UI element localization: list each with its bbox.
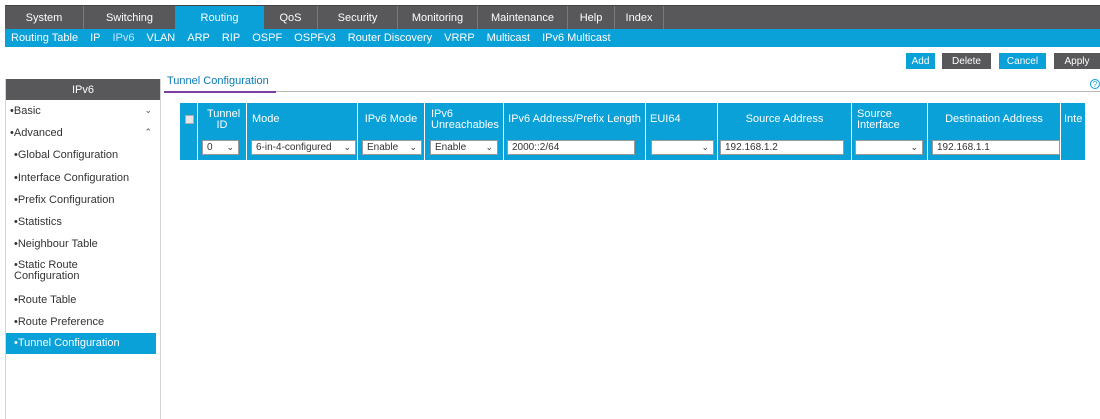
subnav-ipv6-multicast[interactable]: IPv6 Multicast (536, 32, 616, 44)
sidebar-item-static-route-configuration[interactable]: •Static Route Configuration (6, 255, 101, 289)
col-ipv6-address: IPv6 Address/Prefix Length (504, 103, 646, 136)
col-source-address: Source Address (718, 103, 852, 136)
sidebar-item-route-preference[interactable]: •Route Preference (6, 311, 160, 333)
subnav-arp[interactable]: ARP (181, 32, 216, 44)
sidebar-title: IPv6 (6, 79, 160, 100)
mode-cell: 6-in-4-configured ⌄ (247, 136, 358, 160)
sidebar-item-prefix-configuration[interactable]: •Prefix Configuration (6, 189, 160, 211)
chevron-down-icon: ⌄ (485, 142, 493, 152)
chevron-down-icon: ⌄ (144, 105, 152, 115)
select-all-header (180, 103, 198, 136)
chevron-down-icon: ⌄ (409, 142, 417, 152)
sidebar-item-route-table[interactable]: •Route Table (6, 289, 160, 311)
chevron-up-icon: ⌃ (144, 127, 152, 137)
nav-monitoring[interactable]: Monitoring (398, 6, 478, 29)
col-ipv6-unreachables: IPv6 Unreachables (425, 103, 504, 136)
col-destination-address: Destination Address (928, 103, 1061, 136)
eui64-cell: ⌄ (646, 136, 718, 160)
source-interface-select[interactable]: ⌄ (855, 140, 923, 155)
nav-system[interactable]: System (5, 6, 84, 29)
source-address-cell: 192.168.1.2 (718, 136, 852, 160)
chevron-down-icon: ⌄ (226, 142, 234, 152)
ipv6-mode-cell: Enable ⌄ (358, 136, 425, 160)
source-address-input[interactable]: 192.168.1.2 (720, 140, 844, 155)
sidebar-item-neighbour-table[interactable]: •Neighbour Table (6, 233, 160, 255)
sidebar-item-global-configuration[interactable]: •Global Configuration (6, 144, 160, 167)
subnav-ospf[interactable]: OSPF (246, 32, 288, 44)
tunnel-id-cell: 0 ⌄ (198, 136, 247, 160)
nav-switching[interactable]: Switching (84, 6, 176, 29)
top-nav: System Switching Routing QoS Security Mo… (5, 5, 1100, 29)
nav-maintenance[interactable]: Maintenance (478, 6, 568, 29)
chevron-down-icon: ⌄ (910, 142, 918, 152)
subnav-ospfv3[interactable]: OSPFv3 (288, 32, 342, 44)
subnav-vrrp[interactable]: VRRP (438, 32, 481, 44)
col-interface: Inte (1061, 103, 1085, 136)
col-tunnel-id: Tunnel ID (198, 103, 247, 136)
tab-divider (164, 91, 1100, 92)
sidebar-group-label: •Basic (10, 105, 41, 117)
row-select-cell (180, 136, 198, 160)
col-ipv6-mode: IPv6 Mode (358, 103, 425, 136)
delete-button[interactable]: Delete (942, 53, 991, 69)
source-interface-cell: ⌄ (852, 136, 928, 160)
sidebar: IPv6 •Basic ⌄ •Advanced ⌃ •Global Config… (5, 79, 161, 419)
nav-security[interactable]: Security (318, 6, 398, 29)
sidebar-group-basic[interactable]: •Basic ⌄ (6, 100, 160, 122)
active-tab-underline (164, 91, 276, 93)
sidebar-item-tunnel-configuration[interactable]: •Tunnel Configuration (6, 333, 156, 354)
add-button[interactable]: Add (906, 53, 935, 69)
sidebar-group-advanced[interactable]: •Advanced ⌃ (6, 122, 160, 144)
ipv6-address-input[interactable]: 2000::2/64 (507, 140, 635, 155)
col-mode: Mode (247, 103, 358, 136)
nav-help[interactable]: Help (568, 6, 615, 29)
mode-select[interactable]: 6-in-4-configured ⌄ (251, 140, 356, 155)
sub-nav: Routing Table IP IPv6 VLAN ARP RIP OSPF … (5, 29, 1100, 47)
chevron-down-icon: ⌄ (701, 142, 709, 152)
subnav-ipv6[interactable]: IPv6 (106, 32, 140, 44)
ipv6-mode-select[interactable]: Enable ⌄ (362, 140, 422, 155)
sidebar-item-statistics[interactable]: •Statistics (6, 211, 160, 233)
subnav-ip[interactable]: IP (84, 32, 106, 44)
subnav-router-discovery[interactable]: Router Discovery (342, 32, 438, 44)
subnav-vlan[interactable]: VLAN (141, 32, 182, 44)
nav-routing[interactable]: Routing (176, 6, 264, 29)
sidebar-group-label: •Advanced (10, 127, 63, 139)
chevron-down-icon: ⌄ (343, 142, 351, 152)
nav-index[interactable]: Index (615, 6, 664, 29)
nav-qos[interactable]: QoS (264, 6, 318, 29)
select-all-checkbox[interactable] (185, 115, 194, 124)
tunnel-id-select[interactable]: 0 ⌄ (202, 140, 239, 155)
destination-address-cell: 192.168.1.1 (928, 136, 1061, 160)
ipv6-address-cell: 2000::2/64 (504, 136, 646, 160)
ipv6-unreachables-cell: Enable ⌄ (425, 136, 504, 160)
subnav-routing-table[interactable]: Routing Table (5, 32, 84, 44)
interface-cell (1061, 136, 1085, 160)
help-icon[interactable]: ? (1090, 79, 1100, 89)
sidebar-item-interface-configuration[interactable]: •Interface Configuration (6, 167, 160, 189)
destination-address-input[interactable]: 192.168.1.1 (932, 140, 1060, 155)
ipv6-unreachables-select[interactable]: Enable ⌄ (430, 140, 498, 155)
apply-button[interactable]: Apply (1054, 53, 1100, 69)
col-eui64: EUI64 (646, 103, 718, 136)
app-frame: System Switching Routing QoS Security Mo… (0, 0, 1100, 419)
col-source-interface: Source Interface (852, 103, 928, 136)
subnav-rip[interactable]: RIP (216, 32, 246, 44)
subnav-multicast[interactable]: Multicast (481, 32, 536, 44)
eui64-select[interactable]: ⌄ (651, 140, 714, 155)
tab-tunnel-configuration[interactable]: Tunnel Configuration (167, 75, 279, 91)
cancel-button[interactable]: Cancel (999, 53, 1046, 69)
